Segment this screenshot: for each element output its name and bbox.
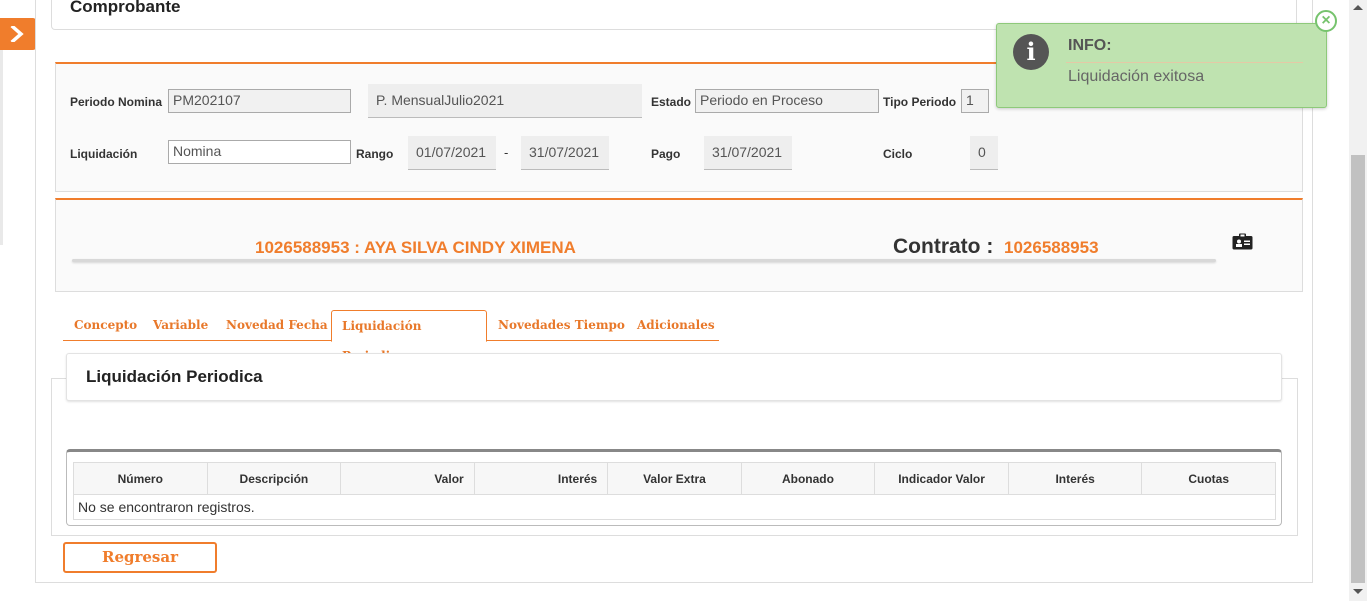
tab-liquidacion-periodica[interactable]: Liquidación Periodica [331,310,487,363]
col-numero[interactable]: Número [73,462,208,495]
table-row: No se encontraron registros. [73,494,1276,520]
page-title: Comprobante [70,0,181,16]
scrollbar-thumb[interactable] [1351,155,1365,583]
scroll-up-icon[interactable] [1353,5,1363,10]
contrato-value: 1026588953 [1004,238,1099,257]
close-icon: × [1321,12,1331,29]
ciclo-field: 0 [970,136,998,170]
tipo-periodo-input[interactable]: 1 [961,89,989,113]
col-descripcion[interactable]: Descripción [206,462,342,495]
tab-novedad-fecha[interactable]: Novedad Fecha [216,310,338,340]
chevron-right-icon [10,26,24,42]
toast-message: Liquidación exitosa [1068,68,1205,85]
pago-label: Pago [651,147,681,161]
employee-divider [72,259,1216,262]
estado-input[interactable]: Periodo en Proceso [695,89,879,113]
periodo-nomina-input[interactable]: PM202107 [168,89,351,113]
col-valor[interactable]: Valor [340,462,475,495]
id-card-icon[interactable] [1232,233,1253,255]
col-cuotas[interactable]: Cuotas [1141,462,1276,495]
ciclo-label: Ciclo [883,147,913,161]
liquidacion-input[interactable]: Nomina [168,140,351,164]
periodo-nomina-label: Periodo Nomina [70,95,163,109]
toast-close-button[interactable]: × [1315,10,1337,32]
periodo-description-field: P. MensualJulio2021 [368,84,642,118]
contrato-label: Contrato : [893,235,994,258]
tipo-periodo-label: Tipo Periodo [883,95,957,109]
tab-novedades-tiempo[interactable]: Novedades Tiempo [488,310,635,340]
col-interes-2[interactable]: Interés [1007,462,1143,495]
liquidacion-table: Número Descripción Valor Interés Valor E… [73,462,1276,520]
col-indicador-valor[interactable]: Indicador Valor [874,462,1009,495]
employee-panel [55,198,1303,292]
sidebar-toggle-button[interactable] [0,18,36,50]
scroll-down-icon[interactable] [1353,589,1363,594]
info-icon: i [1013,34,1049,70]
col-interes[interactable]: Interés [473,462,609,495]
rango-desde-field: 01/07/2021 [408,136,496,170]
regresar-button[interactable]: Regresar [63,542,217,573]
liquidacion-label: Liquidación [70,147,138,161]
toast-title: INFO: [1068,37,1112,54]
tab-concepto[interactable]: Concepto [64,310,147,340]
table-header-row: Número Descripción Valor Interés Valor E… [73,462,1276,495]
estado-label: Estado [651,95,692,109]
empty-message: No se encontraron registros. [73,494,1276,520]
tab-adicionales[interactable]: Adicionales [627,310,725,340]
rango-label: Rango [356,147,394,161]
col-valor-extra[interactable]: Valor Extra [607,462,742,495]
pago-field: 31/07/2021 [704,136,792,170]
section-title: Liquidación Periodica [86,367,263,386]
rango-hasta-field: 31/07/2021 [521,136,609,170]
tab-variable[interactable]: Variable [143,310,218,340]
employee-name: 1026588953 : AYA SILVA CINDY XIMENA [255,238,576,257]
toast-divider [1066,62,1303,63]
col-abonado[interactable]: Abonado [740,462,876,495]
rango-separator: - [504,145,509,160]
sidebar-edge [0,50,3,245]
